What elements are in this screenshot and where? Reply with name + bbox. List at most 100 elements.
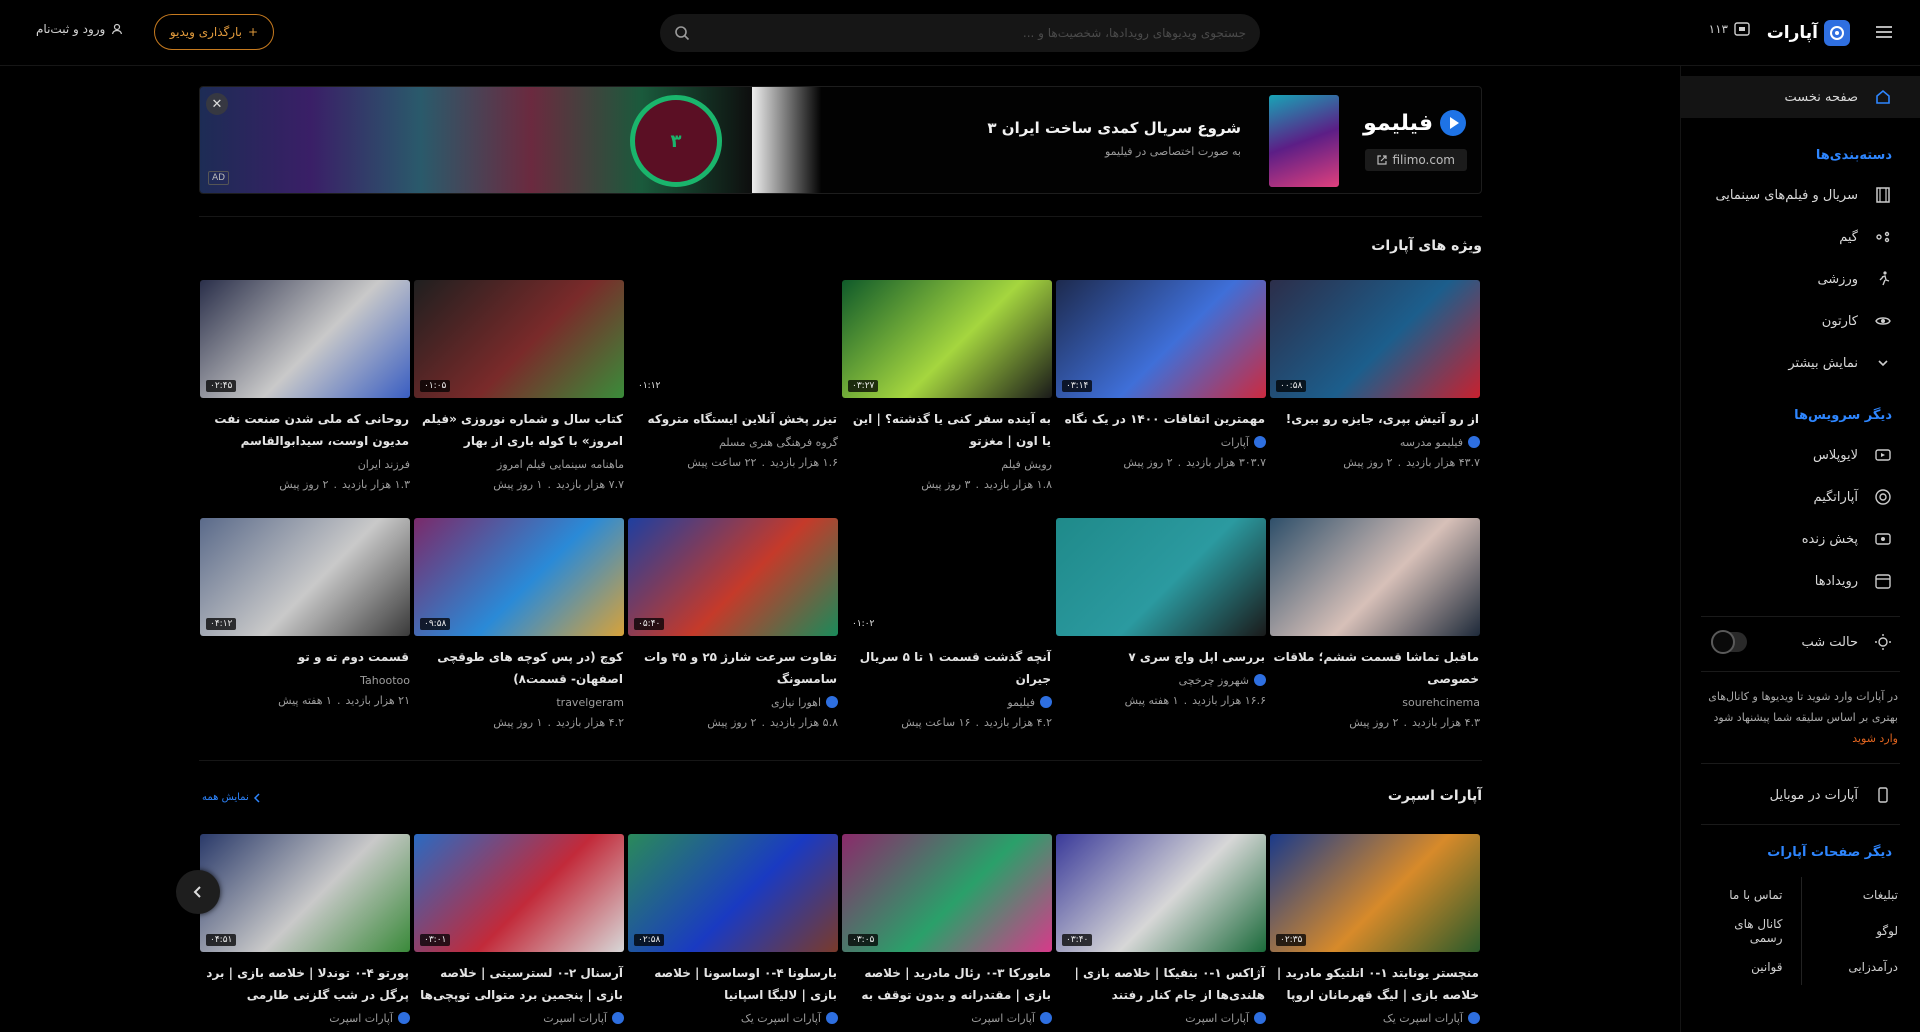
video-thumbnail[interactable]: ۰۱:۰۵: [414, 280, 624, 398]
video-card[interactable]: ۰۱:۰۲ آنچه گذشت قسمت ۱ تا ۵ سریال جیران فی…: [842, 518, 1052, 732]
video-channel[interactable]: رویش فیلم: [842, 454, 1052, 474]
video-card[interactable]: ۰۲:۳۵ منچستر یونایتد ۱-۰ اتلتیکو مادرید |…: [1270, 834, 1480, 1028]
upload-video-button[interactable]: + بارگذاری ویدیو: [154, 14, 274, 50]
video-channel[interactable]: travelgeram: [414, 692, 624, 712]
video-channel[interactable]: آپارات اسپرت: [200, 1008, 410, 1028]
sidebar-item-sport[interactable]: ورزشی: [1681, 258, 1920, 300]
hamburger-menu-icon[interactable]: [1872, 20, 1896, 44]
login-button[interactable]: ورود و ثبت‌نام: [36, 22, 123, 36]
video-card[interactable]: ۰۳:۰۱ آرسنال ۲-۰ لسترسیتی | خلاصه بازی | …: [414, 834, 624, 1028]
sidebar-item-game[interactable]: گیم: [1681, 216, 1920, 258]
video-title[interactable]: کوچ (در پس کوچه های طوقچی اصفهان- قسمت۸): [414, 646, 624, 690]
video-card[interactable]: ۰۱:۰۵ کتاب سال و شماره نوروزی «فیلم امروز…: [414, 280, 624, 494]
video-thumbnail[interactable]: ۰۲:۳۵: [1270, 834, 1480, 952]
page-link-rules[interactable]: قوانین: [1703, 949, 1801, 985]
video-channel[interactable]: گروه فرهنگی هنری مسلم: [628, 432, 838, 452]
sidebar-item-show-more[interactable]: نمایش بیشتر: [1681, 342, 1920, 384]
video-title[interactable]: پورتو ۴-۰ توندلا | خلاصه بازی | برد پرگل…: [200, 962, 410, 1006]
aparat-logo[interactable]: آپارات: [1767, 17, 1850, 49]
video-thumbnail[interactable]: ۰۰:۵۸: [1270, 280, 1480, 398]
video-channel[interactable]: فرزند ایران: [200, 454, 410, 474]
video-title[interactable]: به آینده سفر کنی یا گذشته؟ | این یا اون …: [842, 408, 1052, 452]
video-channel[interactable]: Tahootoo: [200, 670, 410, 690]
video-card[interactable]: ۰۳:۲۷ به آینده سفر کنی یا گذشته؟ | این یا…: [842, 280, 1052, 494]
sidebar-item-aparatgame[interactable]: آپاراتگیم: [1681, 476, 1920, 518]
video-card[interactable]: ۰۲:۵۸ بارسلونا ۴-۰ اوساسونا | خلاصه بازی …: [628, 834, 838, 1028]
ad-url-button[interactable]: filimo.com: [1364, 149, 1467, 171]
video-channel[interactable]: اهورا نیازی: [628, 692, 838, 712]
video-title[interactable]: تفاوت سرعت شارژ ۲۵ و ۴۵ وات سامسونگ: [628, 646, 838, 690]
video-channel[interactable]: آپارات اسپرت: [414, 1008, 624, 1028]
login-link[interactable]: وارد شوید: [1703, 728, 1898, 749]
page-link-contact[interactable]: تماس با ما: [1703, 877, 1801, 913]
page-link-logo[interactable]: لوگو: [1800, 913, 1898, 949]
video-channel[interactable]: فیلیمو: [842, 692, 1052, 712]
page-link-official-channels[interactable]: کانال های رسمی: [1703, 913, 1801, 949]
video-channel[interactable]: آپارات اسپرت یک: [628, 1008, 838, 1028]
video-thumbnail[interactable]: ۰۲:۵۸: [628, 834, 838, 952]
video-title[interactable]: مایورکا ۳-۰ رئال مادرید | خلاصه بازی | م…: [842, 962, 1052, 1006]
video-thumbnail[interactable]: ۰۴:۱۲: [200, 518, 410, 636]
video-card[interactable]: ۰۱:۱۲ تیزر پخش آنلاین ایستگاه متروکه گروه …: [628, 280, 838, 472]
page-link-ads[interactable]: تبلیغات: [1800, 877, 1898, 913]
video-title[interactable]: بررسی اپل واچ سری ۷: [1056, 646, 1266, 668]
sidebar-item-events[interactable]: رویدادها: [1681, 560, 1920, 602]
sidebar-item-home[interactable]: صفحه نخست: [1681, 76, 1920, 118]
page-link-monetization[interactable]: درآمدزایی: [1800, 949, 1898, 985]
video-channel[interactable]: آپارات اسپرت یک: [1270, 1008, 1480, 1028]
video-channel[interactable]: آپارات: [1056, 432, 1266, 452]
video-channel[interactable]: ماهنامه سینمایی فیلم امروز: [414, 454, 624, 474]
inbox-counter[interactable]: ۱۱۳: [1709, 22, 1750, 36]
video-title[interactable]: آژاکس ۱-۰ بنفیکا | خلاصه بازی | هلندی‌ها…: [1056, 962, 1266, 1006]
ad-banner[interactable]: ۳ ✕ AD شروع سریال کمدی ساخت ایران ۳ به ص…: [199, 86, 1482, 194]
video-title[interactable]: آرسنال ۲-۰ لسترسیتی | خلاصه بازی | پنجمی…: [414, 962, 624, 1006]
sidebar-item-movies[interactable]: سریال و فیلم‌های سینمایی: [1681, 174, 1920, 216]
video-card[interactable]: ۰۲:۴۵ روحانی که ملی شدن صنعت نفت مدیون او…: [200, 280, 410, 494]
video-thumbnail[interactable]: [1270, 518, 1480, 636]
video-channel[interactable]: شهروز چرخچی: [1056, 670, 1266, 690]
video-thumbnail[interactable]: ۰۹:۵۸: [414, 518, 624, 636]
video-thumbnail[interactable]: ۰۳:۱۴: [1056, 280, 1266, 398]
sidebar-item-mobile[interactable]: آپارات در موبایل: [1681, 774, 1920, 816]
video-channel[interactable]: آپارات اسپرت: [1056, 1008, 1266, 1028]
video-card[interactable]: ۰۵:۴۰ تفاوت سرعت شارژ ۲۵ و ۴۵ وات سامسونگ…: [628, 518, 838, 732]
video-title[interactable]: منچستر یونایتد ۱-۰ اتلتیکو مادرید | خلاص…: [1270, 962, 1480, 1006]
video-card[interactable]: ۰۴:۱۲ قسمت دوم ته و تو Tahootoo ۲۱ هزار باز…: [200, 518, 410, 710]
video-thumbnail[interactable]: ۰۲:۴۵: [200, 280, 410, 398]
video-title[interactable]: از رو آتیش بپری، جایزه رو ببری!: [1270, 408, 1480, 430]
video-channel[interactable]: فیلیمو مدرسه: [1270, 432, 1480, 452]
video-thumbnail[interactable]: ۰۵:۴۰: [628, 518, 838, 636]
video-channel[interactable]: آپارات اسپرت: [842, 1008, 1052, 1028]
sidebar-item-cartoon[interactable]: کارتون: [1681, 300, 1920, 342]
video-card[interactable]: ۰۰:۵۸ از رو آتیش بپری، جایزه رو ببری! فیلی…: [1270, 280, 1480, 472]
ad-close-button[interactable]: ✕: [206, 93, 228, 115]
video-title[interactable]: آنچه گذشت قسمت ۱ تا ۵ سریال جیران: [842, 646, 1052, 690]
video-card[interactable]: بررسی اپل واچ سری ۷ شهروز چرخچی ۱۶.۶ هزار …: [1056, 518, 1266, 710]
video-card[interactable]: ۰۳:۰۵ مایورکا ۳-۰ رئال مادرید | خلاصه باز…: [842, 834, 1052, 1028]
video-card[interactable]: ۰۳:۱۴ مهمترین اتفاقات ۱۴۰۰ در یک نگاه آپار…: [1056, 280, 1266, 472]
video-title[interactable]: قسمت دوم ته و تو: [200, 646, 410, 668]
video-card[interactable]: ۰۹:۵۸ کوچ (در پس کوچه های طوقچی اصفهان- ق…: [414, 518, 624, 732]
video-thumbnail[interactable]: ۰۳:۰۱: [414, 834, 624, 952]
search-input[interactable]: [690, 26, 1246, 40]
video-channel[interactable]: sourehcinema: [1270, 692, 1480, 712]
video-title[interactable]: بارسلونا ۴-۰ اوساسونا | خلاصه بازی | لال…: [628, 962, 838, 1006]
video-title[interactable]: تیزر پخش آنلاین ایستگاه متروکه: [628, 408, 838, 430]
video-thumbnail[interactable]: ۰۴:۵۱: [200, 834, 410, 952]
sport-see-all-link[interactable]: نمایش همه: [202, 792, 261, 803]
video-title[interactable]: کتاب سال و شماره نوروزی «فیلم امروز» با …: [414, 408, 624, 452]
video-thumbnail[interactable]: ۰۱:۱۲: [628, 280, 838, 398]
search-icon[interactable]: [674, 25, 690, 41]
video-thumbnail[interactable]: [1056, 518, 1266, 636]
video-card[interactable]: ۰۳:۴۰ آژاکس ۱-۰ بنفیکا | خلاصه بازی | هلن…: [1056, 834, 1266, 1028]
video-thumbnail[interactable]: ۰۱:۰۲: [842, 518, 1052, 636]
night-mode-toggle[interactable]: [1711, 630, 1747, 654]
video-title[interactable]: مهمترین اتفاقات ۱۴۰۰ در یک نگاه: [1056, 408, 1266, 430]
video-title[interactable]: روحانی که ملی شدن صنعت نفت مدیون اوست، س…: [200, 408, 410, 452]
video-thumbnail[interactable]: ۰۳:۴۰: [1056, 834, 1266, 952]
video-card[interactable]: ۰۴:۵۱ پورتو ۴-۰ توندلا | خلاصه بازی | برد…: [200, 834, 410, 1028]
video-thumbnail[interactable]: ۰۳:۰۵: [842, 834, 1052, 952]
video-card[interactable]: ماقبل تماشا قسمت ششم؛ ملاقات خصوصی soureh…: [1270, 518, 1480, 732]
carousel-prev-button[interactable]: [176, 870, 220, 914]
search-bar[interactable]: [660, 14, 1260, 52]
